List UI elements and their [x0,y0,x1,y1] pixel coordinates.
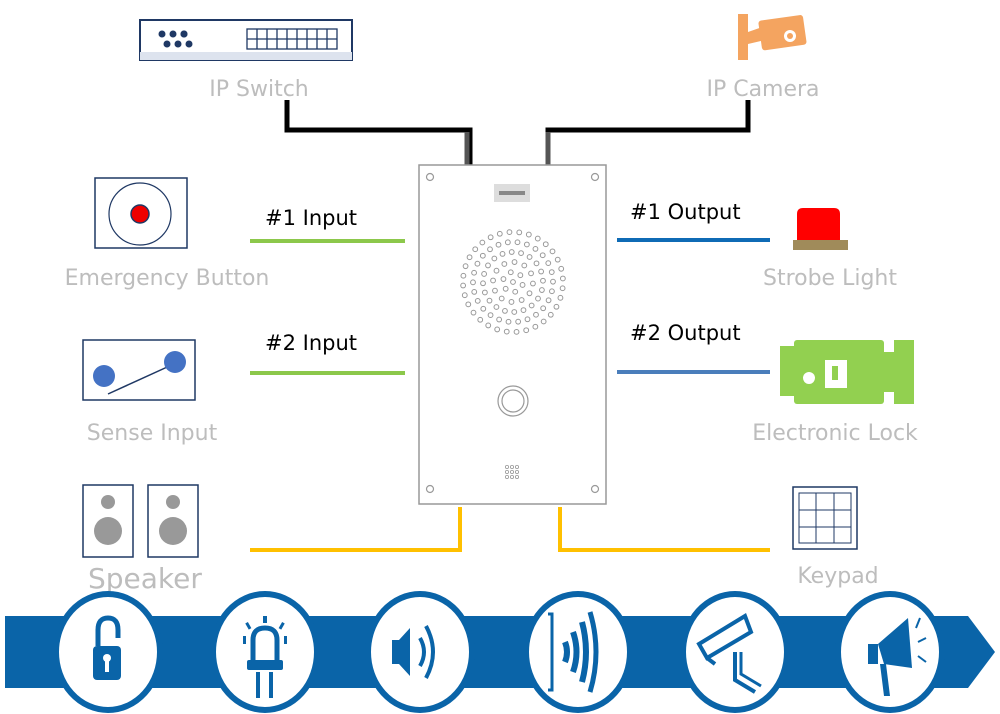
ip-switch-cable [284,100,473,165]
electronic-lock-label: Electronic Lock [752,421,918,446]
ip-switch-label: IP Switch [209,77,308,102]
intercom-panel [418,164,607,505]
electronic-lock-icon [780,340,914,404]
speaker-icon [82,484,199,558]
keypad-label: Keypad [797,564,878,589]
ip-camera-cable [545,100,751,165]
sense-input-icon [82,339,196,401]
speaker-line [250,507,462,552]
emergency-button-label: Emergency Button [65,266,270,291]
output1-label: #1 Output [630,200,741,224]
unlock-icon [53,591,163,713]
strobe-light-label: Strobe Light [763,266,897,291]
ip-camera-icon [738,14,807,60]
cctv-camera-icon [680,591,790,713]
keypad-line [558,507,770,552]
emergency-button-icon [94,177,188,249]
keypad-icon [792,486,858,550]
megaphone-icon [835,591,945,713]
ip-switch-icon [139,19,353,61]
intercom-diagram: IP Switch IP Camera Emergency Button #1 … [5,14,995,713]
sense-input-label: Sense Input [87,421,218,446]
speaker-icon [365,591,475,713]
ip-camera-label: IP Camera [706,77,819,102]
strobe-light-icon [210,591,320,713]
sound-wave-icon [523,591,633,713]
input2-label: #2 Input [265,331,357,355]
speaker-label: Speaker [88,562,202,595]
strobe-light-icon [793,208,848,250]
output2-label: #2 Output [630,321,741,345]
input1-label: #1 Input [265,206,357,230]
